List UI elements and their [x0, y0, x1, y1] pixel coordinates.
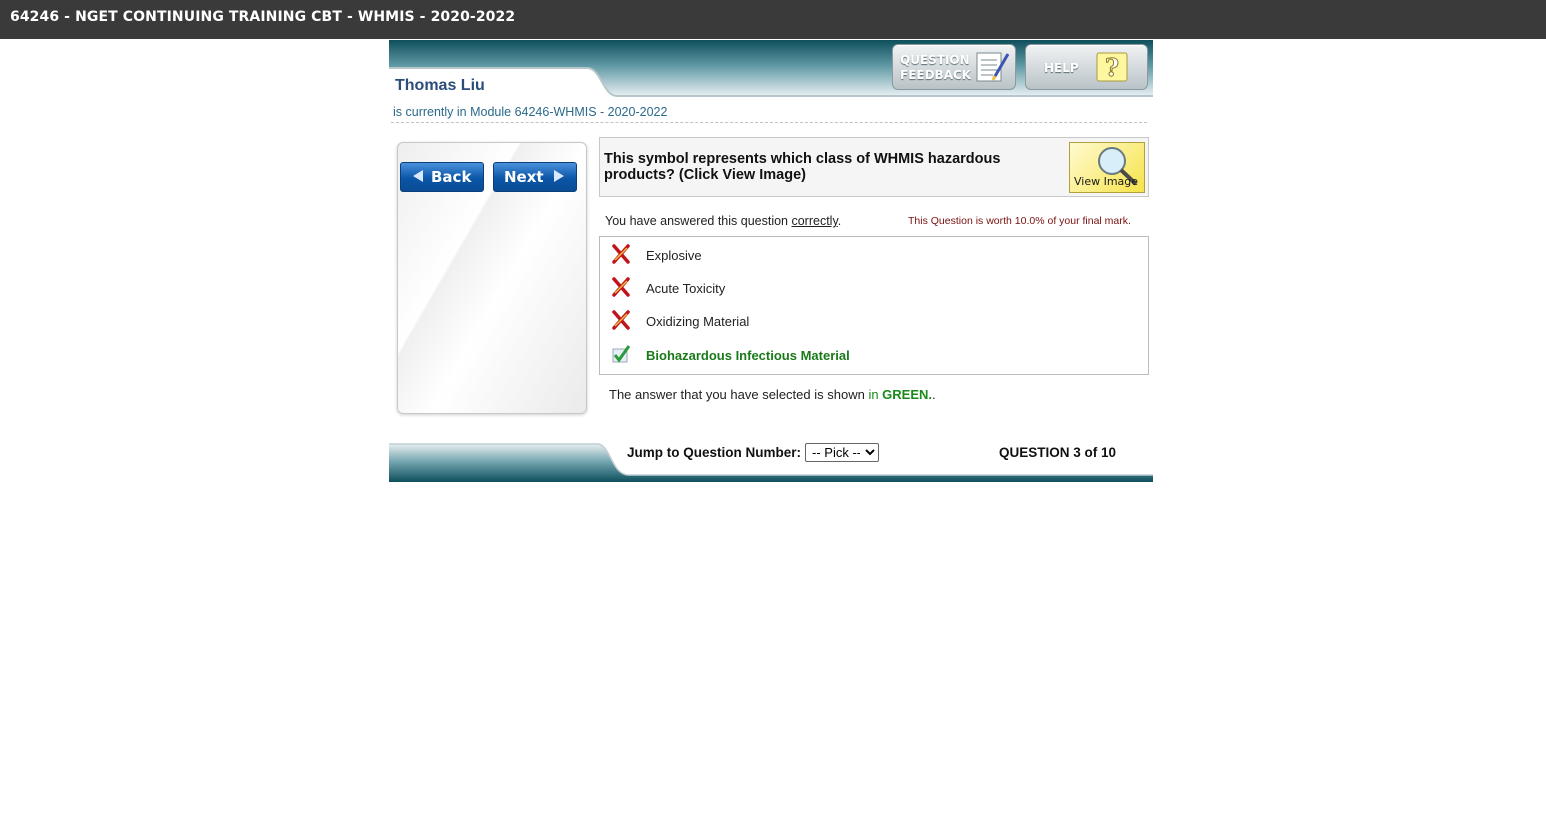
answer-status: You have answered this question correctl…: [605, 214, 841, 228]
answer-status-prefix: You have answered this question: [605, 214, 792, 228]
answer-status-suffix: .: [837, 214, 842, 228]
next-label: Next: [504, 168, 544, 186]
question-mark-icon: ?: [1096, 52, 1128, 82]
answer-status-word: correctly: [791, 214, 838, 228]
help-button[interactable]: HELP ?: [1025, 44, 1148, 90]
title-bar: 64246 - NGET CONTINUING TRAINING CBT - W…: [0, 0, 1546, 39]
right-arrow-icon: [554, 170, 564, 182]
header-divider: [391, 122, 1147, 123]
user-name: Thomas Liu: [395, 77, 485, 94]
next-button[interactable]: Next: [493, 162, 577, 192]
help-label: HELP: [1044, 61, 1079, 75]
selection-note: The answer that you have selected is sho…: [609, 387, 936, 402]
checkmark-icon: [612, 345, 631, 363]
module-status: is currently in Module 64246-WHMIS - 202…: [393, 105, 668, 119]
answer-label: Acute Toxicity: [646, 281, 726, 296]
question-feedback-button[interactable]: QUESTION FEEDBACK: [892, 44, 1016, 90]
back-button[interactable]: Back: [400, 162, 484, 192]
view-image-button[interactable]: View Image: [1069, 142, 1145, 193]
back-label: Back: [431, 168, 472, 186]
selection-note-color-word: GREEN.: [882, 387, 933, 402]
svg-text:?: ?: [1105, 53, 1119, 82]
window-title: 64246 - NGET CONTINUING TRAINING CBT - W…: [10, 9, 516, 25]
question-worth: This Question is worth 10.0% of your fin…: [908, 215, 1131, 227]
jump-to-question-select[interactable]: -- Pick --: [805, 443, 879, 462]
wrong-x-icon: [612, 310, 630, 330]
notepad-pencil-icon: [976, 52, 1010, 82]
answer-label: Oxidizing Material: [646, 314, 750, 329]
wrong-x-icon: [612, 244, 630, 264]
answer-label: Biohazardous Infectious Material: [646, 348, 850, 363]
question-counter: QUESTION 3 of 10: [999, 445, 1117, 460]
selection-note-in: in: [868, 387, 883, 402]
wrong-x-icon: [612, 277, 630, 297]
question-feedback-label-1: QUESTION: [900, 53, 970, 67]
jump-to-question-label: Jump to Question Number:: [627, 445, 802, 460]
question-text: This symbol represents which class of WH…: [604, 151, 1001, 183]
question-feedback-label-2: FEEDBACK: [900, 68, 972, 82]
answer-label: Explosive: [646, 248, 702, 263]
left-arrow-icon: [413, 170, 423, 182]
selection-note-prefix: The answer that you have selected is sho…: [609, 387, 869, 402]
selection-note-suffix: .: [932, 387, 936, 402]
view-image-label: View Image: [1074, 175, 1139, 188]
